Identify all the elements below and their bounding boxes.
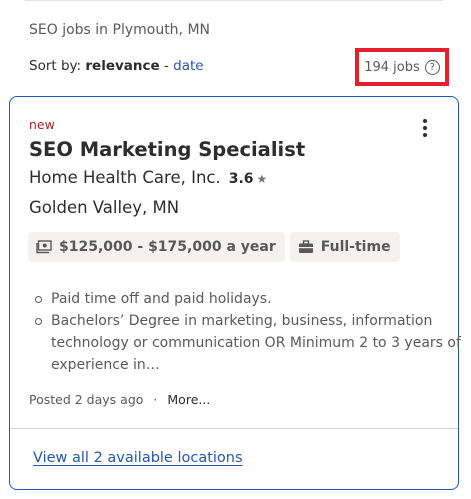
job-search-results: SEO jobs in Plymouth, MN Sort by: releva… [0,0,471,499]
job-count: 194 jobs [364,59,420,75]
sort-by-date-link[interactable]: date [173,58,203,74]
company-row: Home Health Care, Inc. 3.6 ★ [29,168,267,187]
job-type-text: Full-time [320,239,391,255]
job-attributes: $125,000 - $175,000 a year Full-time [28,232,400,262]
salary-tag: $125,000 - $175,000 a year [28,232,285,262]
job-type-tag: Full-time [289,232,400,262]
question-circle-icon[interactable]: ? [424,59,440,75]
job-location: Golden Valley, MN [29,198,180,217]
salary-text: $125,000 - $175,000 a year [59,239,276,255]
more-link[interactable]: More... [167,392,210,407]
star-icon: ★ [256,172,268,186]
meta-separator: · [153,392,158,407]
snippet-item: Paid time off and paid holidays. [35,288,461,310]
job-snippet: Paid time off and paid holidays. Bachelo… [29,288,461,376]
sort-row: Sort by: relevance - date [29,58,204,74]
sort-active-relevance: relevance [85,58,160,74]
sort-label: Sort by: [29,58,82,74]
card-divider [10,428,458,429]
top-divider [25,0,443,1]
job-count-highlight: 194 jobs ? [355,48,449,86]
search-title: SEO jobs in Plymouth, MN [29,22,211,38]
more-options-icon[interactable] [420,119,430,139]
briefcase-icon [298,240,313,253]
money-icon [36,240,52,254]
job-card[interactable]: new SEO Marketing Specialist Home Health… [9,96,461,490]
company-rating: 3.6 [228,171,254,187]
new-badge: new [29,117,55,132]
posted-date: Posted 2 days ago [29,392,144,407]
sort-separator: - [163,58,169,74]
snippet-item: Bachelors’ Degree in marketing, business… [35,310,461,376]
company-name[interactable]: Home Health Care, Inc. [29,168,221,187]
view-all-locations-link[interactable]: View all 2 available locations [33,450,243,466]
job-meta: Posted 2 days ago · More... [29,392,210,407]
job-title[interactable]: SEO Marketing Specialist [29,138,305,161]
